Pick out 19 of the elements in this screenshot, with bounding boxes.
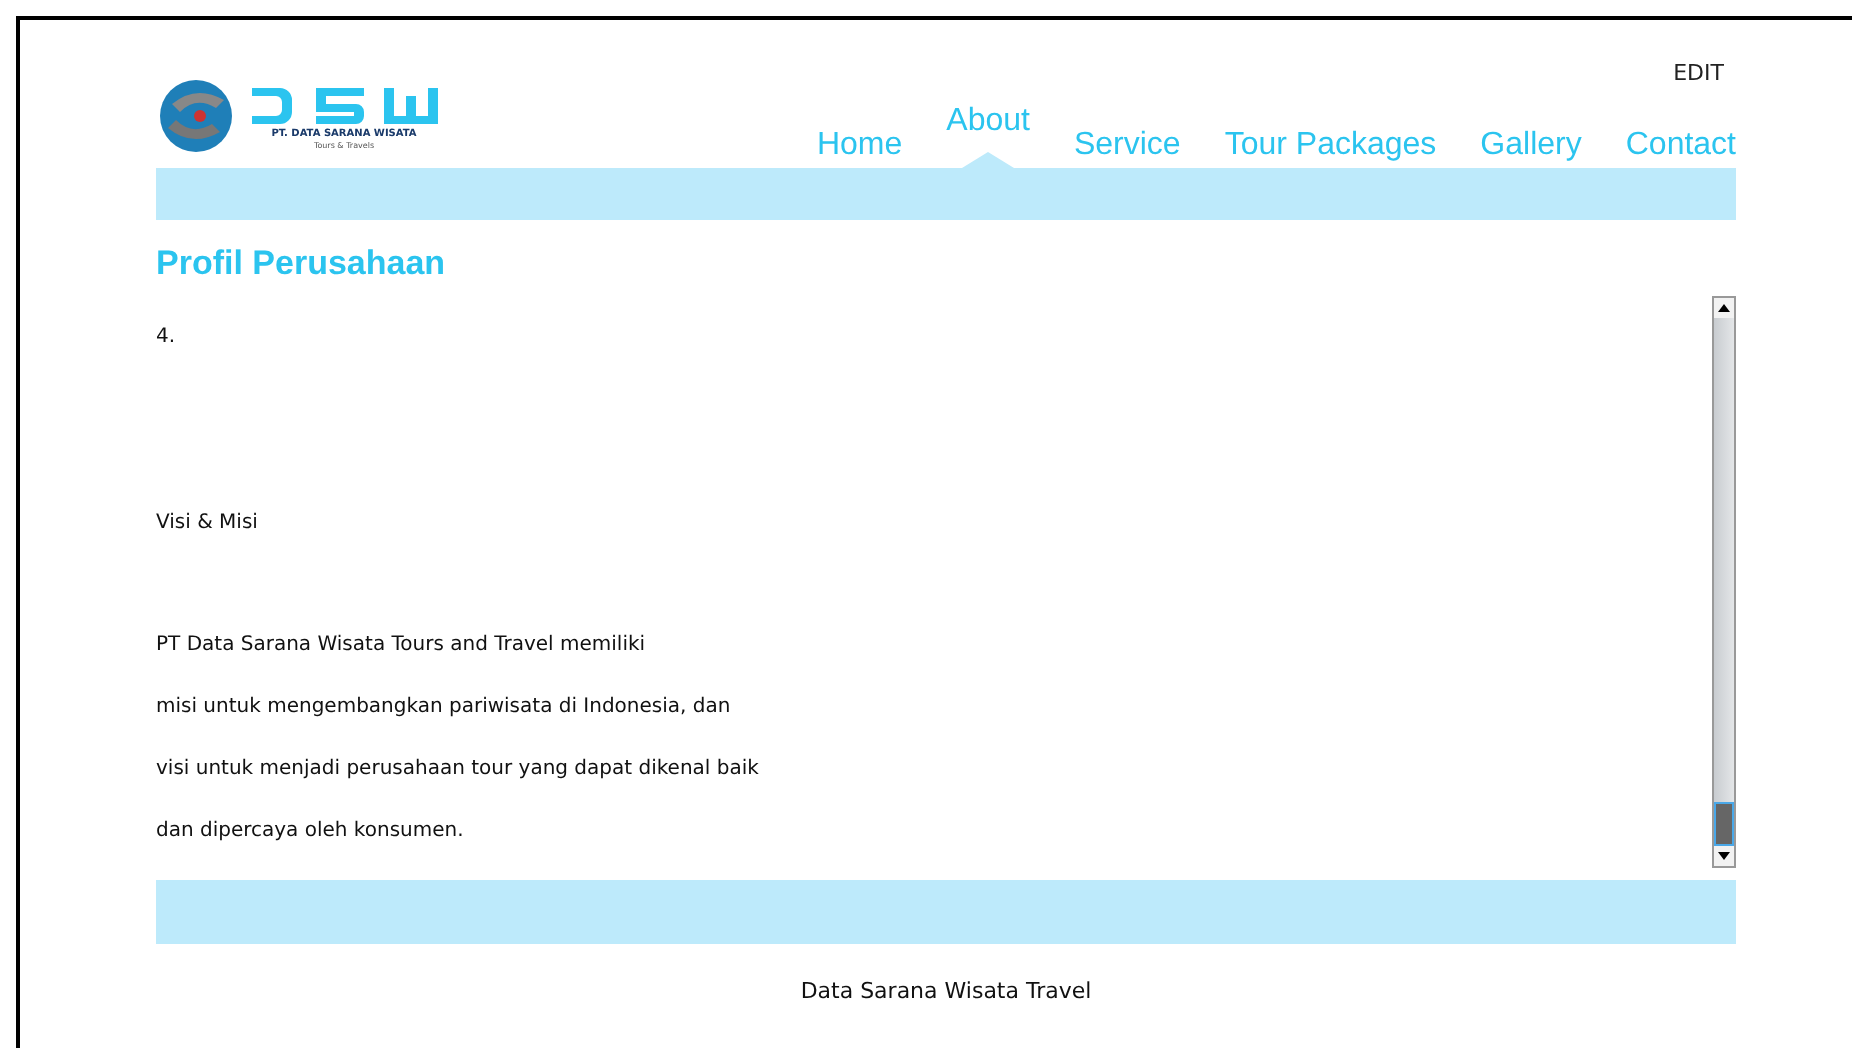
section-title: Profil Perusahaan: [156, 244, 448, 284]
content-text: visi untuk menjadi perusahaan tour yang dapat dikenal baik: [156, 756, 759, 785]
content-text: misi untuk mengembangkan pariwisata di Indonesia, dan: [156, 694, 733, 723]
content-text: PT Data Sarana Wisata Tours and Travel memiliki: [156, 632, 648, 661]
nav-link[interactable]: Home: [816, 128, 903, 168]
nav-link[interactable]: Gallery: [1480, 128, 1582, 168]
content-text: dan dipercaya oleh konsumen.: [156, 818, 466, 847]
edit-link[interactable]: EDIT: [1673, 60, 1724, 86]
nav-link[interactable]: Tour Packages: [1224, 128, 1437, 168]
nav-link[interactable]: Contact: [1625, 128, 1736, 168]
footer-text: Data Sarana Wisata Travel: [800, 978, 1092, 1004]
content-text: 4.: [156, 324, 178, 352]
content-text: Visi & Misi: [156, 509, 260, 538]
scroll-thumb[interactable]: [1714, 802, 1734, 846]
scrollbar[interactable]: [1712, 296, 1736, 868]
up-arrow-icon[interactable]: [1718, 304, 1730, 312]
globe-logo-icon: [156, 76, 236, 156]
nav-link[interactable]: Service: [1073, 128, 1181, 168]
down-arrow-icon[interactable]: [1718, 852, 1730, 860]
